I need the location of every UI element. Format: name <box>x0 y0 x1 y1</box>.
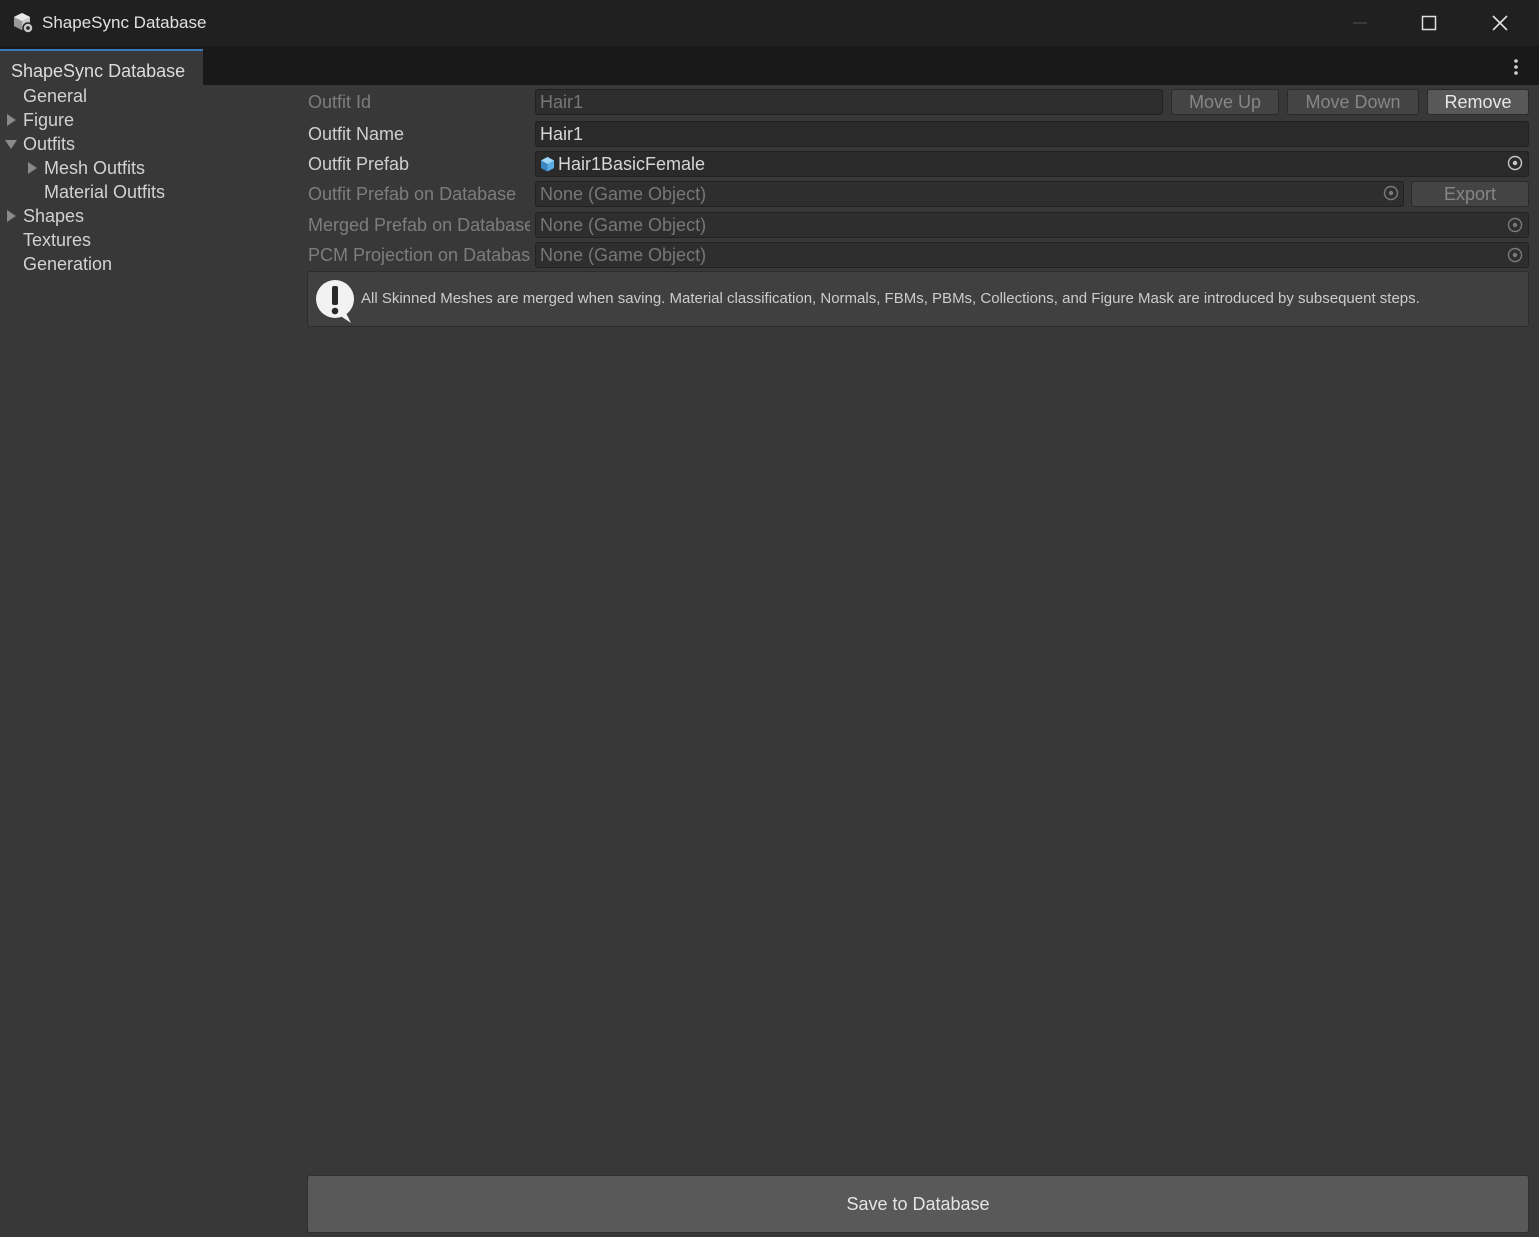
object-picker-icon[interactable] <box>1507 217 1523 233</box>
outfit-prefab-db-label: Outfit Prefab on Database <box>308 184 517 204</box>
sidebar-item-label: Textures <box>23 230 92 250</box>
sidebar-item-label: Generation <box>23 254 113 274</box>
collapse-arrow-icon[interactable] <box>5 140 17 149</box>
minimize-button[interactable] <box>1330 0 1390 46</box>
sidebar-item-label: Outfits <box>23 134 76 154</box>
sidebar-item-generation[interactable]: Generation <box>23 252 112 276</box>
outfit-name-label: Outfit Name <box>308 124 405 144</box>
export-button[interactable]: Export <box>1411 181 1529 207</box>
close-button[interactable] <box>1470 0 1530 46</box>
outfit-id-label: Outfit Id <box>308 92 372 112</box>
maximize-icon <box>1421 15 1437 31</box>
sidebar-item-label: Shapes <box>23 206 85 226</box>
outfit-prefab-value: Hair1BasicFemale <box>558 154 706 174</box>
close-icon <box>1492 15 1508 31</box>
outfit-id-field: Hair1 <box>535 89 1163 115</box>
merged-prefab-db-label: Merged Prefab on Database <box>308 215 530 235</box>
sidebar-item-label: Mesh Outfits <box>44 158 146 178</box>
sidebar-item-general[interactable]: General <box>23 84 87 108</box>
outfit-prefab-label: Outfit Prefab <box>308 154 410 174</box>
sidebar-item-mesh-outfits[interactable]: Mesh Outfits <box>44 156 145 180</box>
outfit-prefab-field[interactable]: Hair1BasicFemale <box>535 151 1529 177</box>
save-to-database-button[interactable]: Save to Database <box>307 1175 1529 1233</box>
outfit-name-field[interactable]: Hair1 <box>535 121 1529 147</box>
pcm-projection-db-field: None (Game Object) <box>535 242 1529 268</box>
move-up-button[interactable]: Move Up <box>1171 89 1279 115</box>
sidebar-item-shapes[interactable]: Shapes <box>23 204 84 228</box>
kebab-menu-icon <box>1514 59 1518 75</box>
merged-prefab-db-field: None (Game Object) <box>535 212 1529 238</box>
window-title: ShapeSync Database <box>42 13 207 32</box>
remove-button[interactable]: Remove <box>1427 89 1529 115</box>
move-down-button[interactable]: Move Down <box>1287 89 1419 115</box>
unity-cube-icon <box>14 13 34 34</box>
object-picker-icon[interactable] <box>1507 247 1523 263</box>
minimize-icon <box>1353 22 1367 24</box>
tab-shapesync-database[interactable]: ShapeSync Database <box>0 49 203 85</box>
object-picker-icon[interactable] <box>1383 185 1399 201</box>
sidebar-item-label: Figure <box>23 110 75 130</box>
title-bar: ShapeSync Database <box>0 0 1539 46</box>
sidebar-item-figure[interactable]: Figure <box>23 108 74 132</box>
object-picker-icon[interactable] <box>1507 155 1523 171</box>
sidebar-item-label: General <box>23 86 88 106</box>
sidebar-item-label: Material Outfits <box>44 182 166 202</box>
prefab-cube-icon <box>541 157 554 172</box>
more-options-button[interactable] <box>1505 56 1527 78</box>
info-help-box: All Skinned Meshes are merged when savin… <box>307 271 1529 327</box>
sidebar-item-outfits[interactable]: Outfits <box>23 132 75 156</box>
pcm-projection-db-label: PCM Projection on Database <box>308 245 530 265</box>
tab-bar: ShapeSync Database <box>0 46 1539 85</box>
help-message: All Skinned Meshes are merged when savin… <box>361 290 1420 307</box>
maximize-button[interactable] <box>1399 0 1459 46</box>
expand-arrow-icon[interactable] <box>7 114 16 126</box>
sidebar-item-material-outfits[interactable]: Material Outfits <box>44 180 165 204</box>
expand-arrow-icon[interactable] <box>7 210 16 222</box>
warning-exclamation-icon <box>316 280 354 323</box>
expand-arrow-icon[interactable] <box>28 162 37 174</box>
outfit-prefab-db-field: None (Game Object) <box>535 181 1404 207</box>
tab-label: ShapeSync Database <box>11 61 186 81</box>
sidebar-item-textures[interactable]: Textures <box>23 228 91 252</box>
